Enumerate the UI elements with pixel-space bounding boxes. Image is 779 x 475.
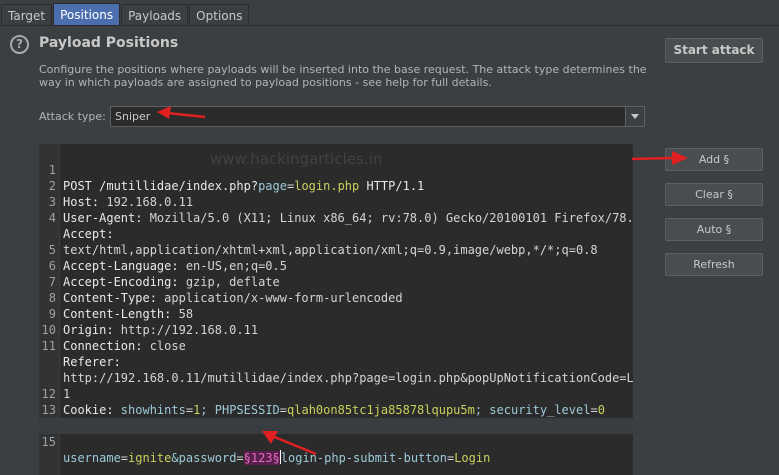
auto-markers-button[interactable]: Auto § bbox=[665, 218, 763, 241]
header-line-continued: http://192.168.0.11/mutillidae/index.php… bbox=[39, 338, 633, 385]
refresh-button[interactable]: Refresh bbox=[665, 253, 763, 276]
body-equals: = bbox=[120, 451, 129, 465]
page-title: Payload Positions bbox=[39, 35, 179, 51]
header-line: 5 Accept-Language: en-US,en;q=0.5 bbox=[39, 226, 633, 273]
header-line-continued: text/html,application/xhtml+xml,applicat… bbox=[39, 210, 633, 257]
start-attack-button[interactable]: Start attack bbox=[665, 38, 763, 63]
header-line: 10 Connection: close bbox=[39, 306, 633, 353]
body-param-value: Login bbox=[454, 451, 491, 465]
tab-target[interactable]: Target bbox=[1, 4, 53, 26]
page-description: Configure the positions where payloads w… bbox=[39, 63, 647, 89]
tab-divider bbox=[0, 25, 779, 26]
attack-type-label: Attack type: bbox=[39, 110, 106, 123]
request-editor[interactable]: 1 POST /mutillidae/index.php?page=login.… bbox=[39, 144, 633, 475]
tab-payloads[interactable]: Payloads bbox=[121, 4, 189, 26]
body-equals: = bbox=[236, 451, 244, 465]
line-number: 15 bbox=[41, 435, 56, 449]
body-param-value: ignite bbox=[128, 451, 172, 465]
header-line-continued: 1 bbox=[39, 354, 633, 401]
help-icon[interactable]: ? bbox=[10, 35, 29, 54]
chevron-down-icon[interactable] bbox=[625, 107, 644, 126]
header-line: 7 Content-Type: application/x-www-form-u… bbox=[39, 258, 633, 305]
body-param-name: username bbox=[63, 451, 121, 465]
header-line: 13 Upgrade-Insecure-Requests: 1 bbox=[39, 386, 633, 433]
header-line: 9 Origin: http://192.168.0.11 bbox=[39, 290, 633, 337]
clear-markers-button[interactable]: Clear § bbox=[665, 183, 763, 206]
tab-bar: Target Positions Payloads Options bbox=[0, 0, 779, 26]
watermark: www.hackingarticles.in bbox=[210, 150, 383, 168]
header-line: 3 User-Agent: Mozilla/5.0 (X11; Linux x8… bbox=[39, 178, 633, 225]
annotation-arrow-icon bbox=[157, 106, 206, 119]
header-line: 11 Referer: bbox=[39, 322, 633, 369]
tab-options[interactable]: Options bbox=[189, 4, 250, 26]
cookie-line: 12 Cookie: showhints=1; PHPSESSID=qlah0o… bbox=[39, 370, 633, 417]
tab-positions[interactable]: Positions bbox=[53, 3, 121, 26]
blank-line: 14 bbox=[39, 402, 633, 433]
body-param-name: &password bbox=[171, 451, 237, 465]
header-line: 8 Content-Length: 58 bbox=[39, 274, 633, 321]
header-line: 4 Accept: bbox=[39, 194, 633, 241]
header-line: 6 Accept-Encoding: gzip, deflate bbox=[39, 242, 633, 289]
annotation-arrow-icon bbox=[262, 431, 317, 456]
attack-type-value: Sniper bbox=[115, 110, 151, 123]
annotation-arrow-icon bbox=[631, 151, 688, 165]
body-line: 15 username=ignite&password=§123§login-p… bbox=[39, 418, 633, 465]
